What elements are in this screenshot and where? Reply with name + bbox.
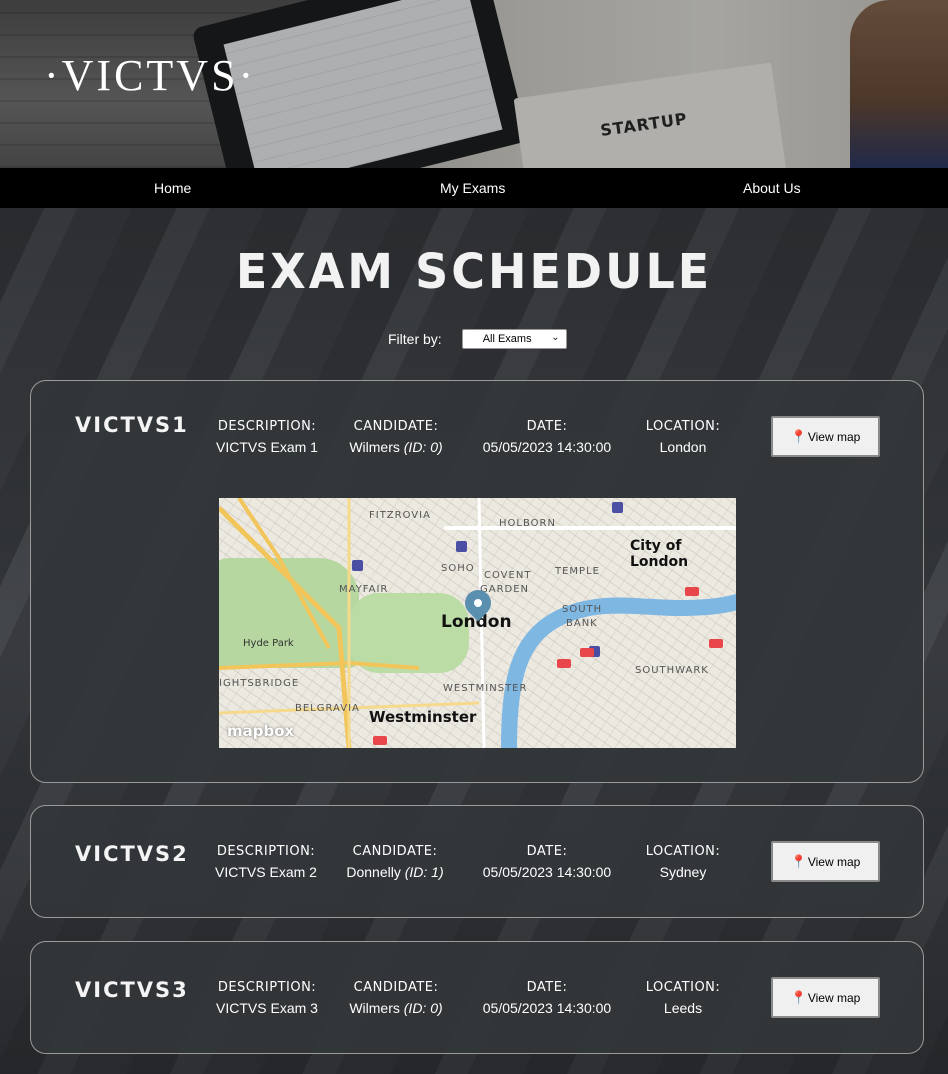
- map-label: COVENT: [484, 570, 532, 581]
- map-label: HOLBORN: [499, 518, 556, 529]
- map-label: City of London: [630, 538, 689, 570]
- map-pin-icon: 📍: [790, 989, 807, 1005]
- candidate-id: (ID: 0): [403, 1000, 443, 1016]
- candidate-id: (ID: 0): [403, 439, 443, 455]
- map-label: SOHO: [441, 563, 475, 574]
- nav-home-link[interactable]: Home: [154, 168, 191, 208]
- map-rail-icon: [557, 659, 571, 668]
- exam-candidate: CANDIDATE: Donnelly (ID: 1): [315, 844, 475, 880]
- map-pin-icon: 📍: [790, 428, 807, 444]
- map-station-icon: [352, 560, 363, 571]
- view-map-button[interactable]: 📍 View map: [771, 841, 880, 882]
- map-label: TEMPLE: [555, 566, 600, 577]
- filter-label: Filter by:: [388, 331, 442, 347]
- view-map-label: View map: [807, 990, 861, 1005]
- exam-card: VICTVS3 DESCRIPTION: VICTVS Exam 3 CANDI…: [30, 941, 924, 1054]
- map-station-icon: [456, 541, 467, 552]
- candidate-name: Donnelly: [346, 864, 401, 880]
- exam-code: VICTVS3: [75, 978, 189, 1002]
- map-rail-icon: [373, 736, 387, 745]
- map-label: BANK: [566, 618, 598, 629]
- chevron-down-icon: ⌄: [551, 332, 560, 343]
- mapbox-attribution[interactable]: mapbox: [227, 722, 294, 740]
- map-label: SOUTHWARK: [635, 665, 709, 676]
- location-label: LOCATION:: [645, 419, 721, 434]
- view-map-label: View map: [807, 854, 861, 869]
- map-label: WESTMINSTER: [443, 683, 528, 694]
- candidate-value: Wilmers (ID: 0): [316, 439, 476, 455]
- nav-about-us-link[interactable]: About Us: [743, 168, 801, 208]
- exam-card: VICTVS2 DESCRIPTION: VICTVS Exam 2 CANDI…: [30, 805, 924, 918]
- location-label: LOCATION:: [645, 844, 721, 859]
- map-rail-icon: [685, 587, 699, 596]
- candidate-label: CANDIDATE:: [353, 980, 439, 995]
- candidate-name: Wilmers: [349, 1000, 400, 1016]
- candidate-label: CANDIDATE:: [353, 419, 439, 434]
- main-nav: Home My Exams About Us: [0, 168, 948, 208]
- exam-candidate: CANDIDATE: Wilmers (ID: 0): [316, 419, 476, 455]
- location-value: Leeds: [663, 1000, 703, 1016]
- location-value: Sydney: [659, 864, 707, 880]
- exam-code: VICTVS1: [75, 413, 189, 437]
- map-rail-icon: [709, 639, 723, 648]
- map-rail-icon: [580, 648, 594, 657]
- page-title: EXAM SCHEDULE: [235, 242, 713, 300]
- exam-location: LOCATION: Leeds: [603, 980, 763, 1016]
- view-map-button[interactable]: 📍 View map: [771, 977, 880, 1018]
- view-map-label: View map: [807, 429, 861, 444]
- header-banner: STARTUP ·VICTVS·: [0, 0, 948, 168]
- location-label: LOCATION:: [645, 980, 721, 995]
- exam-location: LOCATION: London: [603, 419, 763, 455]
- map-label: Westminster: [369, 708, 477, 726]
- candidate-value: Wilmers (ID: 0): [316, 1000, 476, 1016]
- filter-selected-value: All Exams: [482, 333, 532, 345]
- victvs-logo[interactable]: ·VICTVS·: [44, 50, 256, 101]
- exam-card: VICTVS1 DESCRIPTION: VICTVS Exam 1 CANDI…: [30, 380, 924, 783]
- candidate-label: CANDIDATE:: [352, 844, 438, 859]
- nav-my-exams-link[interactable]: My Exams: [440, 168, 505, 208]
- exam-candidate: CANDIDATE: Wilmers (ID: 0): [316, 980, 476, 1016]
- map-label: FITZROVIA: [369, 510, 431, 521]
- map-pin-icon: 📍: [790, 853, 807, 869]
- filter-row: Filter by: All Exams ⌄: [388, 328, 567, 350]
- map-label: Hyde Park: [243, 638, 294, 649]
- view-map-button[interactable]: 📍 View map: [771, 416, 880, 457]
- location-map[interactable]: FITZROVIA HOLBORN City of London SOHO CO…: [219, 498, 736, 748]
- map-label: SOUTH: [562, 604, 603, 615]
- candidate-value: Donnelly (ID: 1): [315, 864, 475, 880]
- exam-code: VICTVS2: [75, 842, 189, 866]
- candidate-id: (ID: 1): [404, 864, 444, 880]
- location-value: London: [659, 439, 707, 455]
- map-label: BELGRAVIA: [295, 703, 360, 714]
- exam-location: LOCATION: Sydney: [603, 844, 763, 880]
- map-station-icon: [612, 502, 623, 513]
- filter-select[interactable]: All Exams ⌄: [461, 329, 567, 349]
- map-label: MAYFAIR: [339, 584, 389, 595]
- candidate-name: Wilmers: [349, 439, 400, 455]
- map-label: IGHTSBRIDGE: [219, 678, 300, 689]
